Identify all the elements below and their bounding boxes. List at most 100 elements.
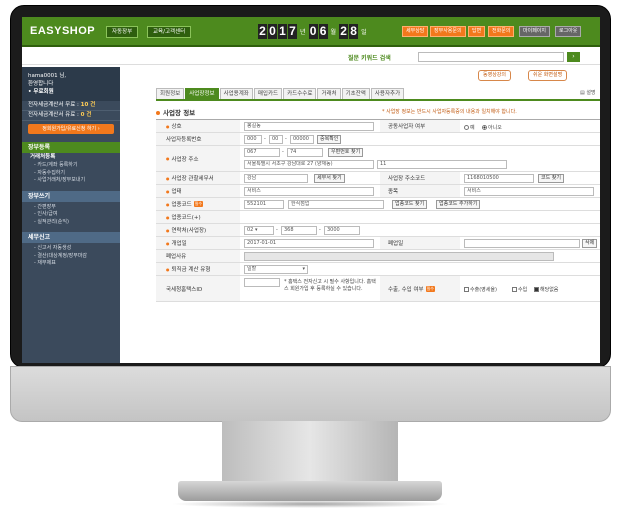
close-reason-label: 폐업사유 bbox=[156, 250, 240, 262]
upgrade-button[interactable]: 정회원가입/유료신청 하기 › bbox=[28, 124, 114, 134]
phone-area-select[interactable]: 02 ▾ bbox=[244, 226, 274, 235]
close-date-input[interactable] bbox=[464, 239, 580, 248]
name-input[interactable]: 봉길동 bbox=[244, 122, 374, 131]
search-row: 질문 키워드 검색 › bbox=[22, 49, 600, 65]
search-button[interactable]: › bbox=[567, 52, 580, 62]
ledger-inquiry-button[interactable]: 장부사용문의 bbox=[430, 26, 466, 37]
zip-search-button[interactable]: 우편번호 찾기 bbox=[328, 148, 364, 157]
item-input[interactable]: 서비스 bbox=[464, 187, 594, 196]
sidebar-item-performance[interactable]: - 실적관리(순익) bbox=[22, 219, 120, 227]
addr-code-search-button[interactable]: 코드 찾기 bbox=[538, 174, 564, 183]
video-lecture-button[interactable]: 동영상강의 bbox=[478, 70, 512, 81]
tab-opening-balance[interactable]: 기초잔액 bbox=[341, 88, 370, 99]
tab-underline bbox=[156, 99, 600, 101]
phone-inquiry-button[interactable]: 전화문의 bbox=[488, 26, 515, 37]
easy-guide-button[interactable]: 쉬운 화면설명 bbox=[528, 70, 568, 81]
sidebar-item-auto-collect[interactable]: - 자동수집하기 bbox=[22, 170, 120, 178]
sidebar-item-settlement[interactable]: - 결산(대상계정/장부마감 bbox=[22, 253, 120, 261]
sidebar-item-send-ledger[interactable]: - 사업거래처/장부보내기 bbox=[22, 177, 120, 185]
main-header: 동영상강의 쉬운 화면설명 bbox=[124, 67, 600, 83]
phone-mid-input[interactable]: 368 bbox=[281, 226, 317, 235]
industry-code-input[interactable]: 552101 bbox=[244, 200, 284, 209]
tab-business-account[interactable]: 사업용계좌 bbox=[219, 88, 253, 99]
tax-office-input[interactable]: 강남 bbox=[244, 174, 308, 183]
form-row-retirement: 퇴직금 계산 유형 일할 ▾ bbox=[156, 263, 600, 276]
hometax-id-input[interactable] bbox=[244, 278, 280, 287]
joint-label: 공동사업자 여부 bbox=[380, 120, 460, 132]
tab-member-info[interactable]: 회원정보 bbox=[156, 88, 185, 99]
joint-yes-option[interactable]: 예 bbox=[464, 124, 475, 131]
industry-find-button[interactable]: 업종코드 찾기 bbox=[392, 200, 428, 209]
import-option-label: 수입 bbox=[518, 287, 528, 293]
phone-last-input[interactable]: 3000 bbox=[324, 226, 360, 235]
form-row-name: 상호 봉길동 공동사업자 여부 예 아니오 bbox=[156, 120, 600, 133]
sidebar-subhead-client[interactable]: 거래처등록 bbox=[22, 153, 120, 162]
bizno-part2[interactable]: 00 bbox=[269, 135, 283, 144]
export-option-import[interactable]: 수입 bbox=[512, 286, 527, 293]
industry-label: 업종코드필수 bbox=[156, 198, 240, 210]
retirement-select[interactable]: 일할 ▾ bbox=[244, 265, 308, 274]
open-date-input[interactable]: 2017-01-01 bbox=[244, 239, 374, 248]
name-label: 상호 bbox=[156, 120, 240, 132]
close-date-delete-button[interactable]: 삭제 bbox=[582, 239, 598, 248]
export-option-export[interactable]: 수출(영세율) bbox=[464, 286, 497, 293]
date-month-digit: 0 bbox=[308, 24, 318, 39]
tab-card-fee[interactable]: 카드수수료 bbox=[283, 88, 317, 99]
bizno-part3[interactable]: 00000 bbox=[290, 135, 314, 144]
joint-no-option[interactable]: 아니오 bbox=[482, 124, 502, 131]
nav-auto-ledger[interactable]: 자동장부 bbox=[106, 26, 139, 38]
dash: - bbox=[285, 136, 287, 142]
sidebar-section-ledger-register[interactable]: 장부등록 bbox=[22, 142, 120, 153]
logout-button[interactable]: 로그아웃 bbox=[555, 26, 582, 37]
nav-education[interactable]: 교육/고객센터 bbox=[147, 26, 192, 38]
search-input[interactable] bbox=[418, 52, 564, 62]
form-row-bizno: 사업자등록번호 000 - 00 - 00000 중복확인 bbox=[156, 133, 600, 146]
retirement-value: 일할 bbox=[247, 266, 257, 272]
date-month-label: 월 bbox=[330, 29, 337, 36]
industry-add-button[interactable]: 업종코드 추가하기 bbox=[436, 200, 481, 209]
phone-label: 연락처(사업장) bbox=[156, 224, 240, 236]
tab-clients[interactable]: 거래처 bbox=[317, 88, 341, 99]
info-note: * 사업장 정보는 반드시 사업자등록증의 내용과 일치해야 합니다. bbox=[382, 109, 517, 115]
tab-business-info[interactable]: 사업장정보 bbox=[185, 88, 219, 99]
address-line2[interactable]: 11 bbox=[377, 160, 507, 169]
dash: - bbox=[282, 149, 284, 155]
free-invoice-stat: 전자세금계산서 무료 : 10 건 bbox=[22, 101, 120, 111]
bizno-part1[interactable]: 000 bbox=[244, 135, 262, 144]
industry-name-input[interactable]: 한식점업 bbox=[288, 200, 384, 209]
date-day-label: 일 bbox=[361, 29, 367, 36]
tax-office-label: 사업장 관할세무서 bbox=[156, 172, 240, 184]
paid-invoice-label: 전자세금계산서 유료 : bbox=[28, 112, 81, 118]
addr-code-input[interactable]: 1168010500 bbox=[464, 174, 534, 183]
biz-type-input[interactable]: 서비스 bbox=[244, 187, 374, 196]
sidebar-item-card-account[interactable]: - 카드/계좌 등록하기 bbox=[22, 162, 120, 170]
sidebar-item-financial-statements[interactable]: - 재무제표 bbox=[22, 260, 120, 268]
sidebar-section-tax-report[interactable]: 세무신고 bbox=[22, 232, 120, 243]
sidebar-item-auto-report[interactable]: - 신고서 자동생성 bbox=[22, 245, 120, 253]
sidebar-section-ledger-write[interactable]: 장부쓰기 bbox=[22, 190, 120, 202]
sidebar-item-payroll[interactable]: - 인사/급여 bbox=[22, 211, 120, 219]
tax-consult-button[interactable]: 세무상담 bbox=[402, 26, 429, 37]
sidebar-item-simple-ledger[interactable]: - 간편장부 bbox=[22, 204, 120, 212]
section-title: 사업장 정보 bbox=[156, 107, 195, 117]
close-reason-input[interactable] bbox=[244, 252, 554, 261]
answer-button[interactable]: 답변 bbox=[468, 26, 486, 37]
mypage-button[interactable]: 마이페이지 bbox=[519, 26, 551, 37]
tab-add-user[interactable]: 사용자추가 bbox=[370, 88, 405, 99]
business-form: 상호 봉길동 공동사업자 여부 예 아니오 사업자등록번호 000 - 00 -… bbox=[156, 119, 600, 302]
tax-office-search-button[interactable]: 세무서 찾기 bbox=[314, 174, 345, 183]
addr-code-label: 사업장 주소코드 bbox=[380, 172, 460, 184]
bizno-check-button[interactable]: 중복확인 bbox=[317, 135, 342, 144]
help-link[interactable]: ▤ 설명 bbox=[580, 89, 596, 96]
paid-invoice-stat: 전자세금계산서 유료 : 0 건 bbox=[22, 111, 120, 121]
zip-part1[interactable]: 067 bbox=[244, 148, 280, 157]
tab-purchase-card[interactable]: 매입카드 bbox=[253, 88, 283, 99]
export-option-none[interactable]: 해당없음 bbox=[534, 286, 558, 293]
tab-bar: 회원정보 사업장정보 사업용계좌 매입카드 카드수수료 거래처 기초잔액 사용자… bbox=[156, 88, 405, 99]
form-row-industry-plus: 업종코드(+) bbox=[156, 211, 600, 224]
checkbox-checked-icon bbox=[534, 287, 539, 292]
zip-part2[interactable]: 74 bbox=[287, 148, 323, 157]
address-line1[interactable]: 서울특별시 서초구 강남대로 27 (양재동) bbox=[244, 160, 374, 169]
open-date-label: 개업일 bbox=[156, 237, 240, 249]
logo[interactable]: EASYSHOP bbox=[30, 25, 95, 37]
